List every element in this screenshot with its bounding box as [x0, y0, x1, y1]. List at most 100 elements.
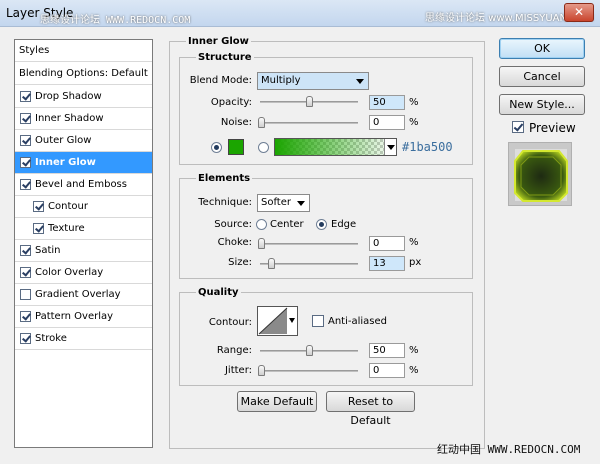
style-item-inner-glow[interactable]: Inner Glow [15, 152, 152, 174]
size-slider[interactable] [260, 258, 358, 269]
preview-swatch-icon [514, 149, 568, 202]
blend-mode-select[interactable]: Multiply [257, 72, 369, 90]
style-item-checkbox[interactable] [20, 135, 31, 146]
style-item-checkbox[interactable] [20, 311, 31, 322]
source-edge-radio[interactable] [316, 219, 327, 230]
contour-picker[interactable] [257, 306, 298, 336]
preview-checkbox[interactable] [512, 121, 524, 133]
source-edge-label[interactable]: Edge [331, 219, 356, 230]
style-item-label: Pattern Overlay [35, 311, 114, 322]
technique-select[interactable]: Softer [257, 194, 310, 212]
style-item-contour[interactable]: Contour [15, 196, 152, 218]
style-item-label: Contour [48, 201, 88, 212]
style-list: Styles Blending Options: Default Drop Sh… [14, 39, 153, 448]
make-default-button[interactable]: Make Default [237, 391, 317, 412]
styles-header[interactable]: Styles [15, 40, 152, 62]
choke-slider[interactable] [258, 238, 358, 249]
noise-unit: % [409, 117, 419, 128]
style-item-checkbox[interactable] [20, 157, 31, 168]
title-bar: Layer Style 思缘设计论坛 WWW.REDOCN.COM 思缘设计论坛… [0, 0, 600, 27]
noise-label: Noise: [220, 117, 252, 128]
source-center-radio[interactable] [256, 219, 267, 230]
inner-glow-title: Inner Glow [186, 36, 251, 47]
jitter-slider[interactable] [258, 365, 358, 376]
style-item-checkbox[interactable] [20, 91, 31, 102]
style-item-label: Inner Glow [35, 157, 96, 168]
style-item-label: Stroke [35, 333, 67, 344]
style-item-satin[interactable]: Satin [15, 240, 152, 262]
anti-aliased-checkbox[interactable] [312, 315, 324, 327]
style-item-label: Satin [35, 245, 61, 256]
reset-to-default-button[interactable]: Reset to Default [326, 391, 415, 427]
style-item-checkbox[interactable] [20, 333, 31, 344]
structure-title: Structure [196, 52, 254, 63]
chevron-down-icon[interactable] [289, 318, 295, 323]
opacity-label: Opacity: [210, 97, 252, 108]
opacity-unit: % [409, 97, 419, 108]
size-slider-thumb[interactable] [268, 258, 275, 269]
style-item-label: Inner Shadow [35, 113, 104, 124]
style-item-gradient-overlay[interactable]: Gradient Overlay [15, 284, 152, 306]
style-item-checkbox[interactable] [20, 179, 31, 190]
source-center-label[interactable]: Center [270, 219, 304, 230]
style-item-texture[interactable]: Texture [15, 218, 152, 240]
opacity-input[interactable]: 50 [369, 95, 405, 110]
choke-slider-thumb[interactable] [258, 238, 265, 249]
opacity-slider-thumb[interactable] [306, 96, 313, 107]
close-button[interactable]: ✕ [564, 3, 594, 22]
style-item-label: Drop Shadow [35, 91, 102, 102]
style-item-color-overlay[interactable]: Color Overlay [15, 262, 152, 284]
new-style-button[interactable]: New Style... [499, 94, 585, 115]
style-item-inner-shadow[interactable]: Inner Shadow [15, 108, 152, 130]
choke-input[interactable]: 0 [369, 236, 405, 251]
range-slider[interactable] [260, 345, 358, 356]
source-label: Source: [214, 219, 252, 230]
size-unit: px [409, 257, 422, 268]
color-hex-label: #1ba500 [402, 140, 453, 154]
style-item-outer-glow[interactable]: Outer Glow [15, 130, 152, 152]
quality-title: Quality [196, 287, 241, 298]
style-item-pattern-overlay[interactable]: Pattern Overlay [15, 306, 152, 328]
size-label: Size: [228, 257, 252, 268]
noise-slider-thumb[interactable] [258, 117, 265, 128]
jitter-slider-thumb[interactable] [258, 365, 265, 376]
technique-label: Technique: [198, 197, 252, 208]
opacity-slider[interactable] [260, 96, 358, 107]
style-item-label: Bevel and Emboss [35, 179, 127, 190]
chevron-down-icon [297, 201, 305, 206]
style-item-stroke[interactable]: Stroke [15, 328, 152, 350]
style-item-bevel-and-emboss[interactable]: Bevel and Emboss [15, 174, 152, 196]
style-item-checkbox[interactable] [33, 223, 44, 234]
style-item-checkbox[interactable] [20, 113, 31, 124]
jitter-input[interactable]: 0 [369, 363, 405, 378]
style-item-checkbox[interactable] [33, 201, 44, 212]
noise-input[interactable]: 0 [369, 115, 405, 130]
style-item-drop-shadow[interactable]: Drop Shadow [15, 86, 152, 108]
blend-mode-label: Blend Mode: [189, 75, 252, 86]
choke-label: Choke: [217, 237, 252, 248]
glow-color-swatch[interactable] [228, 139, 244, 155]
style-preview-thumbnail [508, 142, 572, 206]
range-input[interactable]: 50 [369, 343, 405, 358]
blending-options-item[interactable]: Blending Options: Default [15, 63, 152, 85]
glow-gradient-picker[interactable] [274, 138, 397, 156]
style-item-label: Gradient Overlay [35, 289, 121, 300]
style-item-checkbox[interactable] [20, 289, 31, 300]
chevron-down-icon[interactable] [384, 139, 396, 155]
ok-button[interactable]: OK [499, 38, 585, 59]
style-item-checkbox[interactable] [20, 245, 31, 256]
choke-unit: % [409, 237, 419, 248]
style-item-label: Texture [48, 223, 85, 234]
preview-label[interactable]: Preview [529, 121, 576, 135]
anti-aliased-label[interactable]: Anti-aliased [328, 316, 387, 327]
color-mode-radio[interactable] [211, 142, 222, 153]
jitter-unit: % [409, 365, 419, 376]
gradient-mode-radio[interactable] [258, 142, 269, 153]
cancel-button[interactable]: Cancel [499, 66, 585, 87]
range-slider-thumb[interactable] [306, 345, 313, 356]
noise-slider[interactable] [258, 117, 358, 128]
style-item-checkbox[interactable] [20, 267, 31, 278]
jitter-label: Jitter: [224, 365, 252, 376]
chevron-down-icon [356, 79, 364, 84]
size-input[interactable]: 13 [369, 256, 405, 271]
